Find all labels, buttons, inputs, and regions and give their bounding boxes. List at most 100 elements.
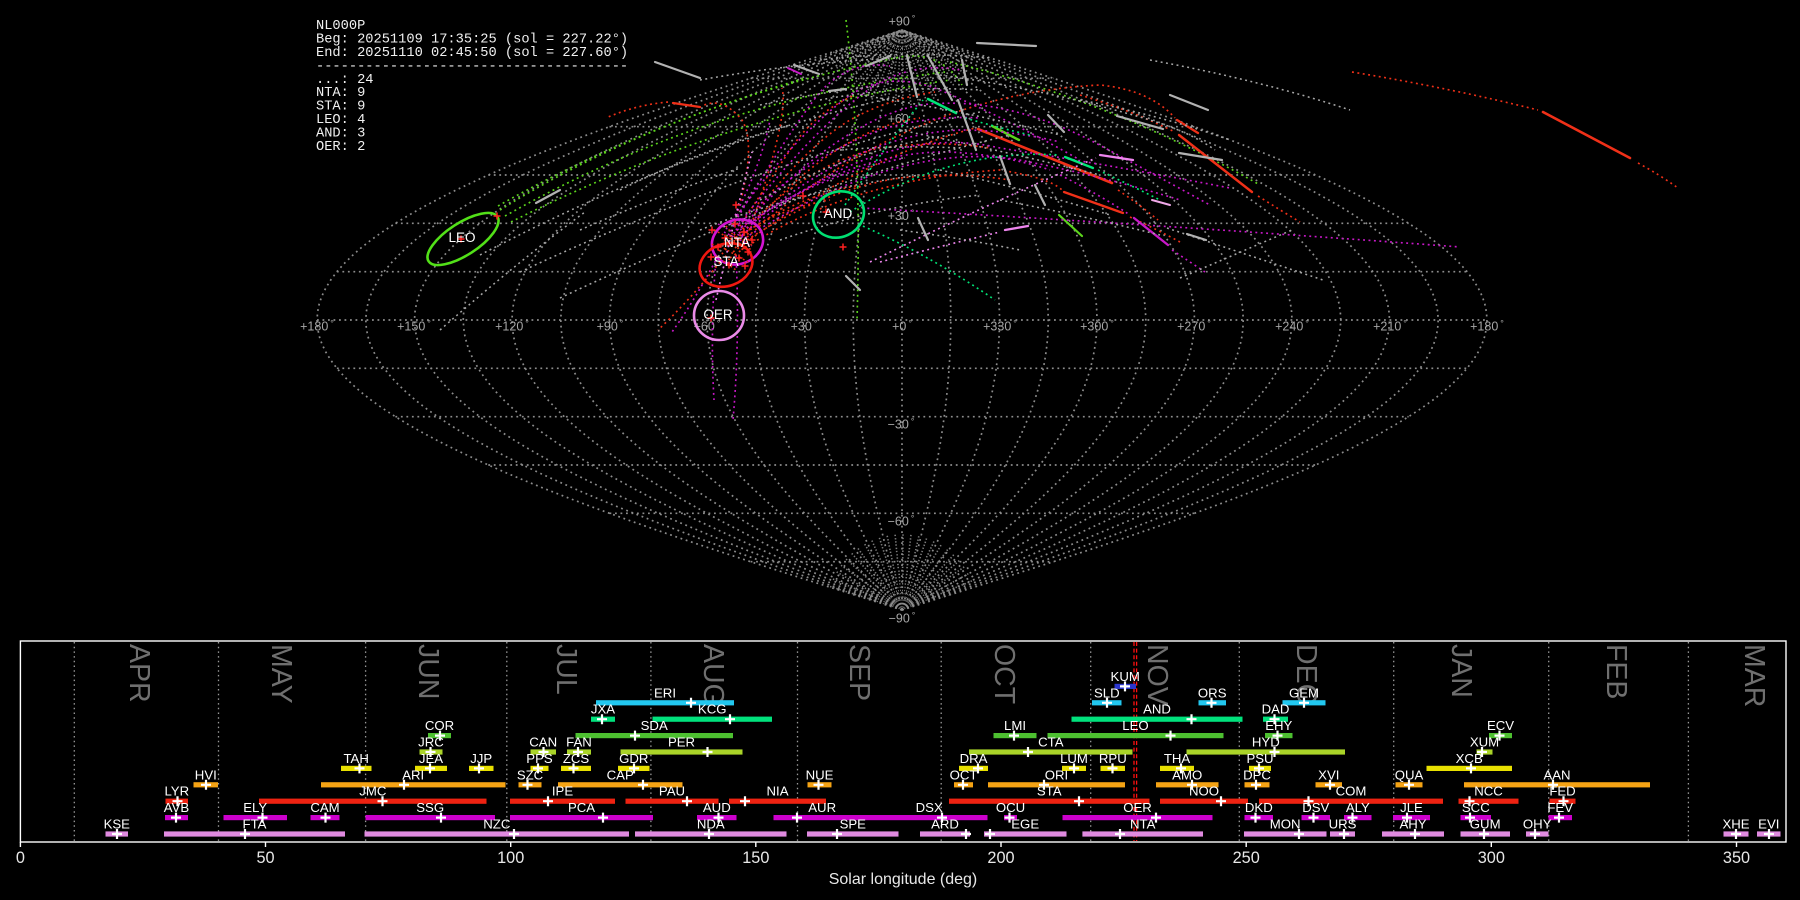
svg-text:ZCS: ZCS <box>563 751 590 766</box>
svg-text:TAH: TAH <box>343 751 368 766</box>
svg-text:ERI: ERI <box>654 685 676 700</box>
svg-text:RPU: RPU <box>1099 751 1127 766</box>
svg-text:NTA: NTA <box>724 235 750 250</box>
svg-text:SPE: SPE <box>840 817 867 832</box>
svg-text:350: 350 <box>1723 849 1750 867</box>
svg-text:SCC: SCC <box>1462 800 1490 815</box>
svg-text:XCB: XCB <box>1456 751 1483 766</box>
svg-text:JEA: JEA <box>419 751 443 766</box>
svg-text:AUG: AUG <box>697 644 729 706</box>
svg-text:MON: MON <box>1270 817 1301 832</box>
svg-text:STA: STA <box>1037 784 1062 799</box>
svg-text:JMC: JMC <box>359 784 387 799</box>
svg-text:OCT: OCT <box>988 644 1020 704</box>
svg-text:LYR: LYR <box>164 784 189 799</box>
svg-text:JUN: JUN <box>412 644 444 699</box>
svg-text:NOV: NOV <box>1141 644 1173 706</box>
svg-text:OER: OER <box>1123 800 1152 815</box>
svg-text:THA: THA <box>1164 751 1191 766</box>
svg-text:AND: AND <box>1143 702 1171 717</box>
svg-text:JXA: JXA <box>591 702 615 717</box>
svg-text:XVI: XVI <box>1318 767 1339 782</box>
svg-text:KUM: KUM <box>1111 669 1140 684</box>
svg-text:KSE: KSE <box>104 817 131 832</box>
svg-text:OER: 2: OER: 2 <box>316 140 365 155</box>
svg-text:ORS: ORS <box>1198 685 1227 700</box>
svg-text:AAN: AAN <box>1543 767 1570 782</box>
svg-text:LUM: LUM <box>1060 751 1088 766</box>
svg-text:COR: COR <box>425 718 454 733</box>
svg-text:OHY: OHY <box>1523 817 1552 832</box>
svg-text:ALY: ALY <box>1346 800 1370 815</box>
svg-text:OCU: OCU <box>996 800 1025 815</box>
svg-text:NZC: NZC <box>483 817 511 832</box>
svg-text:Solar longitude (deg): Solar longitude (deg) <box>829 871 978 888</box>
svg-text:GDR: GDR <box>619 751 648 766</box>
svg-text:DAD: DAD <box>1262 702 1290 717</box>
svg-text:FEV: FEV <box>1547 800 1573 815</box>
svg-text:EVI: EVI <box>1758 817 1779 832</box>
svg-text:NTA: NTA <box>1130 817 1156 832</box>
svg-text:GUM: GUM <box>1470 817 1501 832</box>
svg-text:LMI: LMI <box>1004 718 1026 733</box>
svg-text:EHY: EHY <box>1265 718 1292 733</box>
svg-text:JAN: JAN <box>1445 644 1477 698</box>
svg-text:AVB: AVB <box>164 800 190 815</box>
svg-text:AUD: AUD <box>703 800 731 815</box>
svg-text:KCG: KCG <box>698 702 727 717</box>
svg-text:PCA: PCA <box>568 800 595 815</box>
svg-text:COM: COM <box>1336 784 1367 799</box>
svg-text:ORI: ORI <box>1045 767 1068 782</box>
svg-text:PSU: PSU <box>1246 751 1273 766</box>
svg-text:FED: FED <box>1549 784 1575 799</box>
svg-text:DRA: DRA <box>960 751 988 766</box>
svg-text:URS: URS <box>1329 817 1357 832</box>
svg-text:JRC: JRC <box>418 735 444 750</box>
svg-text:ARI: ARI <box>402 767 424 782</box>
svg-text:LEO: LEO <box>448 230 475 245</box>
svg-text:AHY: AHY <box>1399 817 1426 832</box>
svg-text:CAP: CAP <box>607 767 634 782</box>
svg-text:LEO: LEO <box>1122 718 1148 733</box>
svg-text:NDA: NDA <box>697 817 725 832</box>
svg-text:SZC: SZC <box>517 767 544 782</box>
svg-text:SDA: SDA <box>641 718 668 733</box>
svg-text:SLD: SLD <box>1094 685 1120 700</box>
svg-text:ARD: ARD <box>931 817 959 832</box>
svg-text:150: 150 <box>742 849 769 867</box>
svg-text:NUE: NUE <box>806 767 834 782</box>
svg-text:APR: APR <box>123 644 155 703</box>
svg-text:250: 250 <box>1233 849 1260 867</box>
svg-text:AMO: AMO <box>1172 767 1202 782</box>
svg-text:JUL: JUL <box>550 644 582 695</box>
svg-text:PAU: PAU <box>659 784 685 799</box>
svg-text:STA: STA <box>713 254 738 269</box>
svg-text:0: 0 <box>16 849 25 867</box>
svg-text:DSX: DSX <box>916 800 943 815</box>
svg-text:EGE: EGE <box>1011 817 1039 832</box>
svg-text:CAN: CAN <box>529 735 557 750</box>
svg-text:JLE: JLE <box>1400 800 1423 815</box>
svg-text:HVI: HVI <box>195 767 217 782</box>
svg-text:SEP: SEP <box>843 644 875 701</box>
svg-text:DKD: DKD <box>1245 800 1273 815</box>
svg-text:AUR: AUR <box>808 800 836 815</box>
svg-text:XHE: XHE <box>1722 817 1749 832</box>
svg-text:200: 200 <box>987 849 1014 867</box>
svg-text:FAN: FAN <box>566 735 592 750</box>
svg-text:CAM: CAM <box>310 800 339 815</box>
svg-text:FTA: FTA <box>243 817 267 832</box>
svg-text:NCC: NCC <box>1474 784 1503 799</box>
svg-text:MAR: MAR <box>1738 644 1770 707</box>
svg-text:CTA: CTA <box>1038 735 1064 750</box>
svg-text:JJP: JJP <box>470 751 492 766</box>
svg-text:IPE: IPE <box>552 784 573 799</box>
svg-text:FEB: FEB <box>1600 644 1632 699</box>
svg-text:100: 100 <box>497 849 524 867</box>
svg-text:MAY: MAY <box>265 644 297 704</box>
svg-text:ECV: ECV <box>1487 718 1514 733</box>
svg-text:OER: OER <box>703 307 733 322</box>
svg-text:DPC: DPC <box>1243 767 1271 782</box>
svg-text:GEM: GEM <box>1289 685 1319 700</box>
svg-text:50: 50 <box>256 849 274 867</box>
